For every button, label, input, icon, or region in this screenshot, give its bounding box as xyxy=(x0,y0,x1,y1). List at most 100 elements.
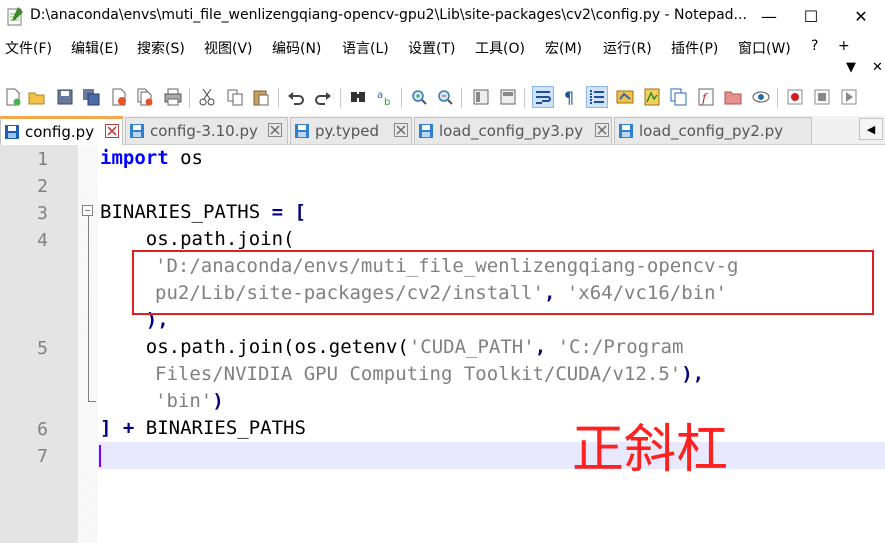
operator: , xyxy=(534,336,558,358)
copy-icon[interactable] xyxy=(224,86,246,108)
line-number: 7 xyxy=(37,446,48,467)
menu-run[interactable]: 运行(R) xyxy=(603,38,652,58)
play-macro-icon[interactable] xyxy=(838,86,860,108)
close-all-icon[interactable] xyxy=(134,86,156,108)
menu-file[interactable]: 文件(F) xyxy=(5,38,52,58)
word-wrap-icon[interactable] xyxy=(532,86,554,108)
menu-overflow-close-icon[interactable]: ✕ xyxy=(872,60,883,75)
fold-guide-end xyxy=(88,401,96,402)
menu-plugins[interactable]: 插件(P) xyxy=(671,38,718,58)
tab-close-icon[interactable] xyxy=(105,124,119,138)
monitoring-eye-icon[interactable] xyxy=(750,86,772,108)
tab-load-config-py3[interactable]: load_config_py3.py xyxy=(414,117,612,144)
svg-text:a: a xyxy=(377,90,383,101)
line-number-gutter: 1 2 3 4 5 6 7 xyxy=(0,145,78,543)
notepad-app-icon xyxy=(7,7,23,26)
save-all-icon[interactable] xyxy=(80,86,102,108)
menu-language[interactable]: 语言(L) xyxy=(342,38,389,58)
red-highlight-box xyxy=(132,250,874,315)
sync-horizontal-icon[interactable] xyxy=(497,86,519,108)
toolbar-separator xyxy=(461,88,462,108)
code-editor[interactable]: 1 2 3 4 5 6 7 import os BINARIES_PATHS =… xyxy=(0,145,885,543)
find-icon[interactable] xyxy=(347,86,369,108)
line-number: 3 xyxy=(37,203,48,224)
current-line-highlight xyxy=(98,442,885,469)
menu-window[interactable]: 窗口(W) xyxy=(738,38,791,58)
user-defined-language-icon[interactable] xyxy=(614,86,636,108)
floppy-disk-icon xyxy=(619,124,633,138)
undo-icon[interactable] xyxy=(285,86,307,108)
menu-add[interactable]: + xyxy=(838,38,850,54)
menu-search[interactable]: 搜索(S) xyxy=(137,38,185,58)
annotation-text: 正斜杠 xyxy=(572,420,729,480)
code-line-3: BINARIES_PATHS = [ xyxy=(100,201,306,223)
menu-overflow-down-icon[interactable]: ▼ xyxy=(846,60,856,75)
show-all-characters-icon[interactable]: ¶ xyxy=(559,86,581,108)
menu-macro[interactable]: 宏(M) xyxy=(545,38,582,58)
string-literal: 'bin' xyxy=(155,390,213,412)
tab-config-3-10-py[interactable]: config-3.10.py xyxy=(125,117,288,144)
code-text: os xyxy=(168,147,203,169)
paste-icon[interactable] xyxy=(250,86,272,108)
code-text: BINARIES_PATHS xyxy=(145,417,306,439)
tab-config-py[interactable]: config.py xyxy=(0,116,123,145)
tab-close-icon[interactable] xyxy=(394,123,408,137)
record-macro-icon[interactable] xyxy=(784,86,806,108)
menu-edit[interactable]: 编辑(E) xyxy=(71,38,119,58)
open-file-icon[interactable] xyxy=(26,86,48,108)
tab-bar: config.py config-3.10.py py.typed load_c… xyxy=(0,116,885,145)
tab-label: py.typed xyxy=(315,122,380,140)
document-list-icon[interactable] xyxy=(668,86,690,108)
tab-close-icon[interactable] xyxy=(595,123,609,137)
toolbar: ab ¶ f xyxy=(0,82,885,114)
minimize-button[interactable]: — xyxy=(746,0,792,32)
code-line-6: ] + BINARIES_PATHS xyxy=(100,417,306,439)
function-list-icon[interactable]: f xyxy=(695,86,717,108)
close-window-button[interactable]: ✕ xyxy=(838,0,884,32)
text-caret xyxy=(99,445,101,467)
cut-icon[interactable] xyxy=(196,86,218,108)
title-bar: D:\anaconda\envs\muti_file_wenlizengqian… xyxy=(0,0,885,32)
svg-text:b: b xyxy=(384,97,390,106)
document-map-icon[interactable] xyxy=(641,86,663,108)
close-file-icon[interactable] xyxy=(108,86,130,108)
line-number: 2 xyxy=(37,176,48,197)
tab-scroll-left-button[interactable]: ◀ xyxy=(859,118,883,140)
tab-label: config.py xyxy=(25,123,95,141)
code-text: BINARIES_PATHS xyxy=(100,201,261,223)
new-file-icon[interactable] xyxy=(2,86,24,108)
tab-load-config-py2[interactable]: load_config_py2.py xyxy=(614,117,812,144)
tab-close-icon[interactable] xyxy=(268,123,282,137)
toolbar-separator xyxy=(401,88,402,108)
tab-py-typed[interactable]: py.typed xyxy=(290,117,412,144)
floppy-disk-icon xyxy=(295,124,309,138)
replace-icon[interactable]: ab xyxy=(374,86,396,108)
save-icon[interactable] xyxy=(54,86,76,108)
stop-recording-icon[interactable] xyxy=(811,86,833,108)
toolbar-separator xyxy=(340,88,341,108)
keyword: import xyxy=(100,147,169,169)
menu-view[interactable]: 视图(V) xyxy=(204,38,253,58)
maximize-button[interactable]: ☐ xyxy=(788,0,834,32)
fold-toggle-icon[interactable] xyxy=(82,205,93,216)
fold-guide xyxy=(88,216,89,401)
floppy-disk-icon xyxy=(130,124,144,138)
sync-vertical-icon[interactable] xyxy=(470,86,492,108)
zoom-out-icon[interactable] xyxy=(434,86,456,108)
print-icon[interactable] xyxy=(162,86,184,108)
indent-guide-icon[interactable] xyxy=(586,86,608,108)
toolbar-separator xyxy=(524,88,525,108)
folder-as-workspace-icon[interactable] xyxy=(722,86,744,108)
menu-encoding[interactable]: 编码(N) xyxy=(272,38,321,58)
string-literal: 'C:/Program xyxy=(557,336,684,358)
menu-tools[interactable]: 工具(O) xyxy=(475,38,525,58)
menu-overflow-row: ▼ ✕ xyxy=(0,58,885,82)
menu-settings[interactable]: 设置(T) xyxy=(408,38,455,58)
line-number: 5 xyxy=(37,338,48,359)
zoom-in-icon[interactable] xyxy=(408,86,430,108)
floppy-disk-icon xyxy=(419,124,433,138)
code-line-5: os.path.join(os.getenv('CUDA_PATH', 'C:/… xyxy=(100,336,684,358)
redo-icon[interactable] xyxy=(312,86,334,108)
operator: ] + xyxy=(100,417,146,439)
menu-help[interactable]: ? xyxy=(811,38,818,54)
